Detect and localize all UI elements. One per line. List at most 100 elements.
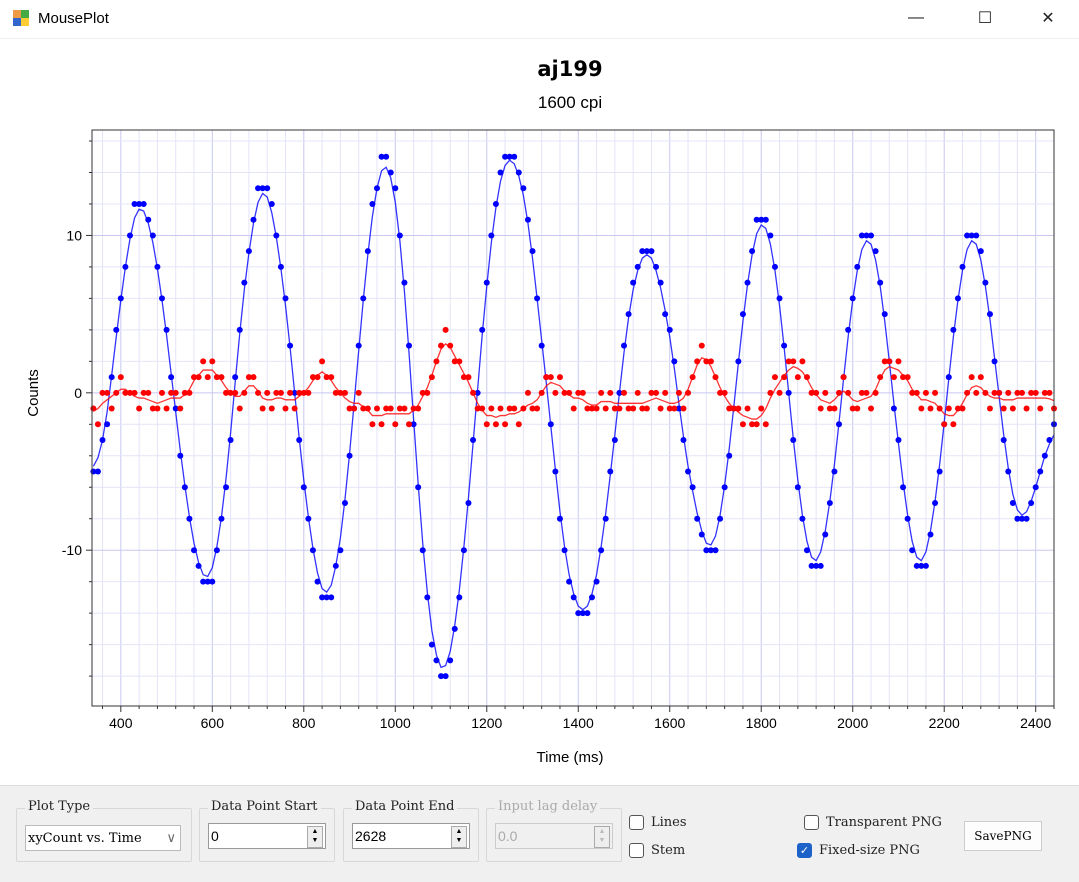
data-point-yCount — [918, 405, 925, 412]
title-bar: MousePlot — ☐ ✕ — [0, 0, 1079, 39]
data-point-xCount — [698, 531, 705, 538]
data-point-yCount — [945, 405, 952, 412]
data-point-yCount — [319, 358, 326, 365]
data-point-xCount — [653, 263, 660, 270]
data-point-yCount — [465, 374, 472, 381]
data-point-xCount — [607, 468, 614, 475]
end-spinner[interactable]: ▲▼ — [352, 823, 470, 849]
transparent-label: Transparent PNG — [826, 815, 942, 830]
data-point-xCount — [520, 185, 527, 192]
data-point-xCount — [854, 263, 861, 270]
data-point-yCount — [739, 421, 746, 428]
data-point-xCount — [799, 515, 806, 522]
data-point-yCount — [232, 389, 239, 396]
end-input[interactable] — [353, 824, 447, 848]
data-point-xCount — [163, 326, 170, 333]
data-point-xCount — [465, 499, 472, 506]
data-point-yCount — [813, 389, 820, 396]
data-point-yCount — [973, 389, 980, 396]
start-input[interactable] — [209, 824, 303, 848]
data-point-yCount — [781, 374, 788, 381]
data-point-yCount — [977, 374, 984, 381]
data-point-yCount — [845, 389, 852, 396]
data-point-xCount — [881, 311, 888, 318]
minimize-button[interactable]: — — [893, 0, 939, 36]
data-point-yCount — [803, 374, 810, 381]
data-point-yCount — [259, 405, 266, 412]
data-point-yCount — [771, 374, 778, 381]
data-point-xCount — [634, 263, 641, 270]
end-label: Data Point End — [352, 799, 458, 816]
checkmark-icon: ✓ — [797, 843, 812, 858]
lines-checkbox[interactable]: Lines — [629, 815, 687, 830]
data-point-xCount — [671, 358, 678, 365]
close-button[interactable]: ✕ — [1025, 0, 1071, 36]
data-point-yCount — [387, 405, 394, 412]
data-point-yCount — [598, 389, 605, 396]
data-point-xCount — [341, 499, 348, 506]
plot-chart[interactable]: aj199 1600 cpi 400 600 800 1000 1200 1400 1600… — [0, 40, 1079, 785]
data-point-xCount — [451, 625, 458, 632]
data-point-xCount — [282, 295, 289, 302]
chart-subtitle: 1600 cpi — [538, 93, 602, 112]
data-point-xCount — [309, 547, 316, 554]
data-point-xCount — [94, 468, 101, 475]
data-point-xCount — [868, 232, 875, 239]
data-point-xCount — [360, 295, 367, 302]
x-tick-label: 1200 — [471, 715, 502, 731]
start-spinner[interactable]: ▲▼ — [208, 823, 326, 849]
data-point-yCount — [236, 405, 243, 412]
data-point-yCount — [534, 405, 541, 412]
data-point-xCount — [849, 295, 856, 302]
data-point-xCount — [191, 547, 198, 554]
lines-label: Lines — [651, 815, 687, 830]
data-point-yCount — [689, 374, 696, 381]
data-point-xCount — [287, 342, 294, 349]
data-point-xCount — [895, 437, 902, 444]
data-point-xCount — [209, 578, 216, 585]
transparent-png-checkbox[interactable]: Transparent PNG — [804, 815, 942, 830]
data-point-yCount — [799, 358, 806, 365]
fixed-size-png-checkbox[interactable]: ✓ Fixed-size PNG — [797, 843, 920, 858]
spin-arrows-icon[interactable]: ▲ ▼ — [307, 826, 323, 848]
data-point-xCount — [922, 562, 929, 569]
start-label: Data Point Start — [208, 799, 321, 816]
y-axis-label: Counts — [25, 369, 42, 417]
plot-type-label: Plot Type — [25, 799, 94, 816]
data-point-xCount — [213, 547, 220, 554]
data-point-xCount — [845, 326, 852, 333]
data-point-yCount — [470, 389, 477, 396]
data-point-yCount — [305, 389, 312, 396]
spin-arrows-icon[interactable]: ▲ ▼ — [451, 826, 467, 848]
data-point-xCount — [598, 547, 605, 554]
plot-type-select[interactable]: xyCount vs. Time ∨ — [25, 825, 181, 851]
data-point-xCount — [794, 484, 801, 491]
data-point-xCount — [547, 421, 554, 428]
data-point-xCount — [566, 578, 573, 585]
data-point-xCount — [1023, 515, 1030, 522]
data-point-yCount — [204, 374, 211, 381]
data-point-yCount — [959, 405, 966, 412]
stem-checkbox[interactable]: Stem — [629, 843, 685, 858]
data-point-yCount — [566, 389, 573, 396]
save-png-button[interactable]: SavePNG — [964, 821, 1042, 851]
data-point-xCount — [982, 279, 989, 286]
x-tick-label: 400 — [109, 715, 133, 731]
data-point-xCount — [158, 295, 165, 302]
data-point-yCount — [996, 389, 1003, 396]
data-point-xCount — [355, 342, 362, 349]
data-point-xCount — [950, 326, 957, 333]
data-point-xCount — [168, 374, 175, 381]
data-point-yCount — [904, 374, 911, 381]
data-point-yCount — [890, 374, 897, 381]
data-point-yCount — [117, 374, 124, 381]
data-point-yCount — [406, 421, 413, 428]
data-point-yCount — [373, 405, 380, 412]
app-icon — [13, 10, 29, 26]
data-point-xCount — [181, 484, 188, 491]
data-point-xCount — [556, 515, 563, 522]
data-point-xCount — [771, 263, 778, 270]
maximize-button[interactable]: ☐ — [962, 0, 1008, 36]
data-point-yCount — [547, 374, 554, 381]
data-point-xCount — [790, 437, 797, 444]
